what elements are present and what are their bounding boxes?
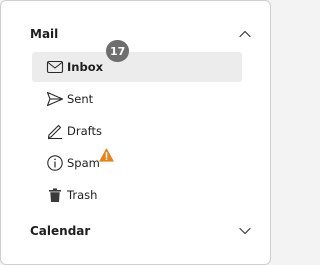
send-icon [46, 91, 64, 107]
folder-panel: Mail Inbox 17 Sent Drafts Spam Trash Cal… [0, 0, 271, 265]
nav-item-inbox[interactable]: Inbox 17 [32, 40, 242, 82]
nav-item-sent[interactable]: Sent [32, 84, 242, 114]
chevron-down-icon[interactable] [238, 224, 252, 238]
info-icon [47, 155, 63, 171]
nav-item-label: Inbox [67, 60, 104, 74]
nav-item-spam[interactable]: Spam [32, 148, 242, 178]
chevron-up-icon[interactable] [238, 27, 252, 41]
envelope-icon [46, 60, 64, 74]
trash-icon [49, 188, 61, 202]
pencil-icon [47, 124, 62, 140]
mail-section-title: Mail [30, 27, 59, 41]
nav-item-drafts[interactable]: Drafts [32, 116, 242, 146]
mail-section-header[interactable]: Mail [30, 22, 252, 46]
calendar-section-title: Calendar [30, 224, 91, 238]
nav-item-trash[interactable]: Trash [32, 180, 242, 210]
nav-item-label: Trash [67, 188, 98, 202]
nav-item-label: Sent [67, 92, 94, 106]
calendar-section-header[interactable]: Calendar [30, 219, 252, 243]
nav-item-label: Spam [67, 156, 100, 170]
unread-count-badge: 17 [106, 40, 130, 62]
warning-icon [99, 148, 114, 162]
nav-item-label: Drafts [67, 124, 102, 138]
